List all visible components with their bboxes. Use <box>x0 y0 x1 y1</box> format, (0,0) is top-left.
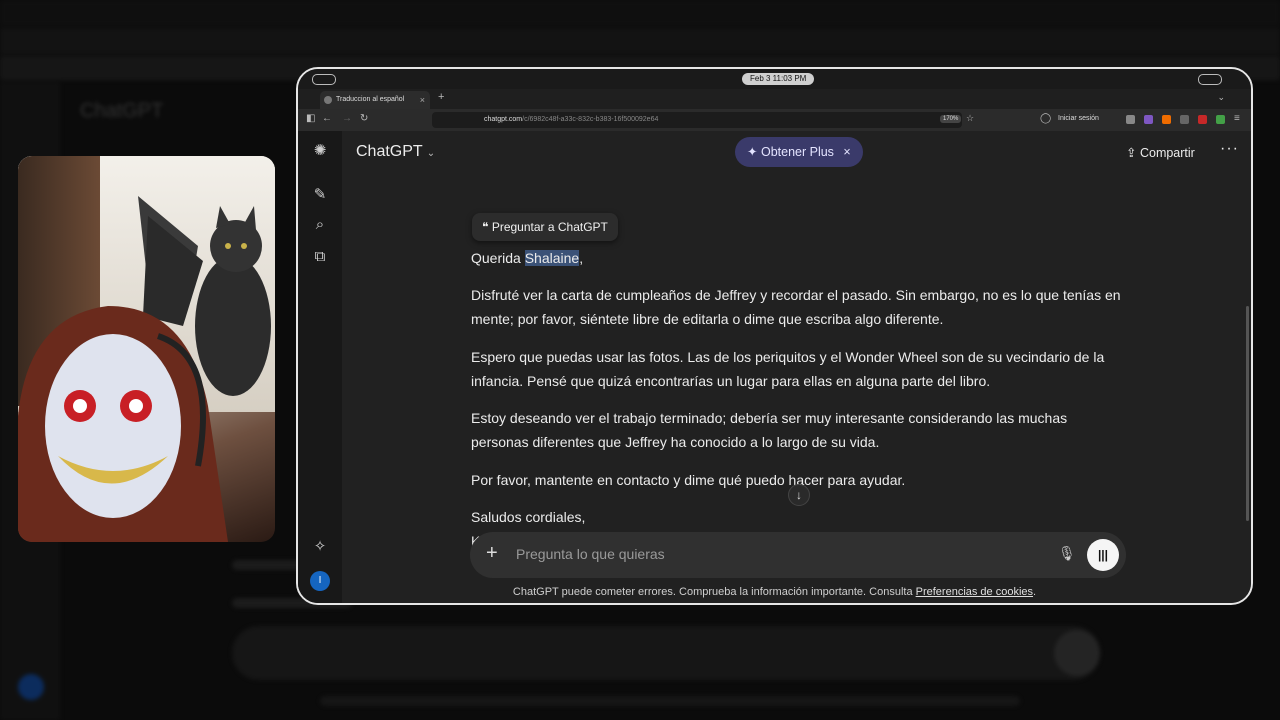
disclaimer: ChatGPT puede cometer errores. Comprueba… <box>298 586 1251 598</box>
tab-title: Traduccion al español <box>336 96 405 103</box>
zoom-level[interactable]: 170% <box>940 115 962 123</box>
sparkle-icon[interactable]: ✧ <box>310 537 330 557</box>
ask-chatgpt-button[interactable]: ❝ Preguntar a ChatGPT <box>472 213 618 241</box>
sparkle-icon: ✦ <box>747 145 758 159</box>
back-icon[interactable]: ← <box>322 113 332 124</box>
message-paragraph: Disfruté ver la carta de cumpleaños de J… <box>471 287 1121 327</box>
get-plus-button[interactable]: ✦ Obtener Plus × <box>735 137 863 167</box>
webcam-overlay <box>18 156 275 542</box>
bg-send-button <box>1054 630 1100 676</box>
url-field[interactable]: chatgpt.com/c/6982c48f-a33c-832c-b383-16… <box>432 112 962 128</box>
bg-app-title: ChatGPT <box>80 100 164 122</box>
tab-bar: Traduccion al español × + ⌄ <box>298 89 1251 109</box>
new-chat-icon[interactable]: ✎ <box>310 185 330 205</box>
close-icon[interactable]: × <box>843 145 850 159</box>
prompt-input[interactable]: Pregunta lo que quieras <box>516 546 665 562</box>
cookie-preferences-link[interactable]: Preferencias de cookies <box>916 586 1033 598</box>
extension-icon[interactable] <box>1144 115 1153 124</box>
masked-person <box>18 306 228 542</box>
close-tab-icon[interactable]: × <box>420 91 425 109</box>
tab-active[interactable]: Traduccion al español × <box>320 91 430 109</box>
voice-mode-button[interactable]: ||| <box>1087 539 1119 571</box>
clock: Feb 3 11:03 PM <box>742 73 815 85</box>
openai-logo-icon[interactable]: ✺ <box>310 141 330 161</box>
scrollbar[interactable] <box>1246 306 1249 521</box>
chatgpt-app: ✺ ✎ ⌕ ⧉ ✧ I ChatGPT ⌄ ✦ Obtener Plus × ⇪ … <box>298 131 1251 603</box>
share-icon: ⇪ <box>1126 146 1137 160</box>
sidebar-rail: ✺ ✎ ⌕ ⧉ ✧ I <box>298 131 342 603</box>
greeting-suffix: , <box>579 250 584 266</box>
microphone-icon[interactable]: 🎙 <box>1058 545 1076 562</box>
disclaimer-end: . <box>1033 586 1037 598</box>
bg-topbar <box>0 0 1280 26</box>
greeting-prefix: Querida <box>471 250 525 266</box>
share-label: Compartir <box>1139 146 1195 160</box>
bg-footer <box>320 696 1020 706</box>
tab-favicon-icon <box>324 96 332 104</box>
message-closing: Saludos cordiales, <box>471 509 586 525</box>
quote-icon: ❝ <box>482 220 489 234</box>
message-paragraph: Espero que puedas usar las fotos. Las de… <box>471 349 1105 389</box>
more-options-icon[interactable]: ··· <box>1220 140 1239 158</box>
message-paragraph: Estoy deseando ver el trabajo terminado;… <box>471 410 1068 450</box>
extension-icon[interactable] <box>1162 115 1171 124</box>
app-title: ChatGPT <box>356 143 423 160</box>
add-attachment-icon[interactable]: + <box>486 542 498 565</box>
window-controls-icon[interactable] <box>1198 74 1222 85</box>
share-button[interactable]: ⇪ Compartir <box>1126 145 1195 160</box>
extension-icon[interactable] <box>1216 115 1225 124</box>
selected-text[interactable]: Shalaine <box>524 250 580 266</box>
bg-avatar <box>18 674 44 700</box>
account-icon[interactable]: ◯ <box>1040 113 1051 124</box>
scroll-to-bottom-button[interactable]: ↓ <box>788 484 810 506</box>
battery-icon <box>312 74 336 85</box>
model-selector[interactable]: ChatGPT ⌄ <box>356 143 435 161</box>
chevron-down-icon: ⌄ <box>426 148 436 159</box>
library-icon[interactable]: ⧉ <box>310 247 330 267</box>
system-bar: Feb 3 11:03 PM <box>298 69 1251 89</box>
address-bar-row: ◧ ← → ↻ chatgpt.com/c/6982c48f-a33c-832c… <box>298 109 1251 131</box>
extension-icon[interactable] <box>1180 115 1189 124</box>
get-plus-label: Obtener Plus <box>760 145 834 159</box>
sign-in-button[interactable]: Iniciar sesión <box>1058 115 1099 122</box>
ask-chatgpt-label: Preguntar a ChatGPT <box>491 220 608 234</box>
extension-icon[interactable] <box>1198 115 1207 124</box>
disclaimer-text: ChatGPT puede cometer errores. Comprueba… <box>512 586 916 598</box>
tab-list-chevron-icon[interactable]: ⌄ <box>1217 92 1225 103</box>
url-domain: chatgpt.com <box>484 116 523 123</box>
url-path: /c/6982c48f-a33c-832c-b383-16f500092e64 <box>522 116 659 123</box>
browser-window: Feb 3 11:03 PM Traduccion al español × +… <box>296 67 1253 605</box>
greeting: Querida Shalaine, <box>471 246 1121 270</box>
bookmark-star-icon[interactable]: ☆ <box>966 113 974 124</box>
search-icon[interactable]: ⌕ <box>310 215 330 235</box>
extension-icon[interactable] <box>1126 115 1135 124</box>
bg-tabbar <box>0 28 1280 54</box>
reload-icon[interactable]: ↻ <box>360 113 368 124</box>
new-tab-button[interactable]: + <box>438 91 444 103</box>
forward-icon[interactable]: → <box>342 113 352 124</box>
sidebar-toggle-icon[interactable]: ◧ <box>306 113 315 124</box>
composer: + Pregunta lo que quieras 🎙 ||| <box>470 532 1126 578</box>
bg-composer <box>232 626 1100 680</box>
menu-icon[interactable]: ≡ <box>1234 113 1240 124</box>
